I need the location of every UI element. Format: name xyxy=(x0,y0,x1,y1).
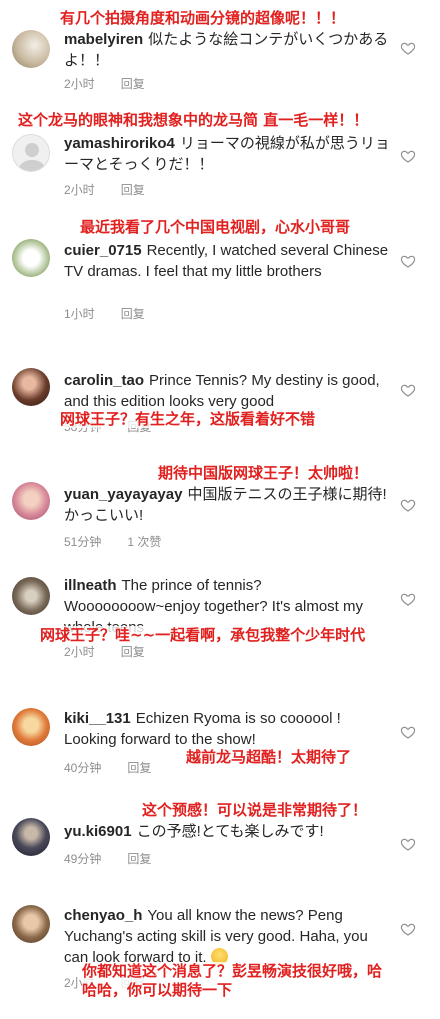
reply-button[interactable]: 回复 xyxy=(121,306,145,322)
username[interactable]: cuier_0715 xyxy=(64,242,142,259)
comment-meta: 1小时 回复 xyxy=(64,306,145,322)
comment-body: cuier_0715 Recently, I watched several Ch… xyxy=(64,240,394,282)
timestamp: 2小时 xyxy=(64,77,95,91)
timestamp: 49分钟 xyxy=(64,852,102,866)
heart-outline-icon[interactable] xyxy=(400,724,416,740)
translation-annotation: 最近我看了几个中国电视剧，心水小哥哥 xyxy=(80,218,351,236)
reply-button[interactable]: 回复 xyxy=(121,76,145,92)
translation-annotation: 期待中国版网球王子！太帅啦！ xyxy=(158,464,369,482)
avatar[interactable] xyxy=(12,818,50,856)
username[interactable]: yamashiroriko4 xyxy=(64,135,175,152)
comment-body: kiki__131 Echizen Ryoma is so coooool ! L… xyxy=(64,708,394,750)
translation-annotation: 有几个拍摄角度和动画分镜的超像呢！！！ xyxy=(60,9,346,27)
comment-meta: 40分钟 回复 xyxy=(64,760,151,776)
avatar[interactable] xyxy=(12,482,50,520)
comment-meta: 2小时 回复 xyxy=(64,644,145,660)
avatar[interactable] xyxy=(12,134,50,172)
heart-outline-icon[interactable] xyxy=(400,253,416,269)
comment-text: この予感!とても楽しみです! xyxy=(136,823,324,840)
heart-outline-icon[interactable] xyxy=(400,921,416,937)
comment-body: chenyao_h You all know the news? Peng Yuc… xyxy=(64,905,394,968)
comment-meta: 49分钟 回复 xyxy=(64,851,151,867)
translation-annotation: 你都知道这个消息了？彭昱畅演技很好哦，哈哈哈，你可以期待一下 xyxy=(82,962,383,1000)
timestamp: 40分钟 xyxy=(64,761,102,775)
timestamp: 51分钟 xyxy=(64,535,102,549)
username[interactable]: chenyao_h xyxy=(64,907,142,924)
heart-outline-icon[interactable] xyxy=(400,40,416,56)
reply-button[interactable]: 回复 xyxy=(127,760,151,776)
comment-meta: 2小时 回复 xyxy=(64,182,145,198)
reply-button[interactable]: 回复 xyxy=(127,851,151,867)
comment-body: yuan_yayayayay 中国版テニスの王子様に期待!かっこいい! xyxy=(64,484,394,526)
avatar[interactable] xyxy=(12,30,50,68)
reply-button[interactable]: 回复 xyxy=(121,182,145,198)
comment-meta: 2小时 回复 xyxy=(64,76,145,92)
username[interactable]: kiki__131 xyxy=(64,710,131,727)
avatar[interactable] xyxy=(12,905,50,943)
translation-annotation: 网球王子？哇~~一起看啊，承包我整个少年时代 xyxy=(40,626,366,644)
heart-outline-icon[interactable] xyxy=(400,836,416,852)
translation-annotation: 网球王子？有生之年，这版看着好不错 xyxy=(60,410,316,428)
timestamp: 2小时 xyxy=(64,183,95,197)
username[interactable]: yuan_yayayayay xyxy=(64,486,182,503)
heart-outline-icon[interactable] xyxy=(400,497,416,513)
heart-outline-icon[interactable] xyxy=(400,591,416,607)
avatar[interactable] xyxy=(12,708,50,746)
comment-body: mabelyiren 似たような絵コンテがいくつかあるよ！！ xyxy=(64,29,394,71)
username[interactable]: yu.ki6901 xyxy=(64,823,132,840)
translation-annotation: 这个预感！可以说是非常期待了！ xyxy=(142,801,368,819)
heart-outline-icon[interactable] xyxy=(400,382,416,398)
comment-meta: 51分钟 1 次赞 xyxy=(64,534,161,550)
username[interactable]: illneath xyxy=(64,577,117,594)
timestamp: 1小时 xyxy=(64,307,95,321)
username[interactable]: mabelyiren xyxy=(64,31,143,48)
timestamp: 2小时 xyxy=(64,645,95,659)
heart-outline-icon[interactable] xyxy=(400,148,416,164)
avatar[interactable] xyxy=(12,239,50,277)
avatar[interactable] xyxy=(12,368,50,406)
translation-annotation: 这个龙马的眼神和我想象中的龙马简 直一毛一样！！ xyxy=(18,111,369,129)
comment-body: yu.ki6901 この予感!とても楽しみです! xyxy=(64,821,394,842)
translation-annotation: 越前龙马超酷！太期待了 xyxy=(186,748,352,766)
reply-button[interactable]: 回复 xyxy=(121,644,145,660)
avatar[interactable] xyxy=(12,577,50,615)
username[interactable]: carolin_tao xyxy=(64,372,144,389)
comment-body: carolin_tao Prince Tennis? My destiny is … xyxy=(64,370,394,412)
like-count[interactable]: 1 次赞 xyxy=(127,534,161,550)
comment-body: yamashiroriko4 リョーマの視線が私が思うリョーマとそっくりだ！！ xyxy=(64,133,394,175)
